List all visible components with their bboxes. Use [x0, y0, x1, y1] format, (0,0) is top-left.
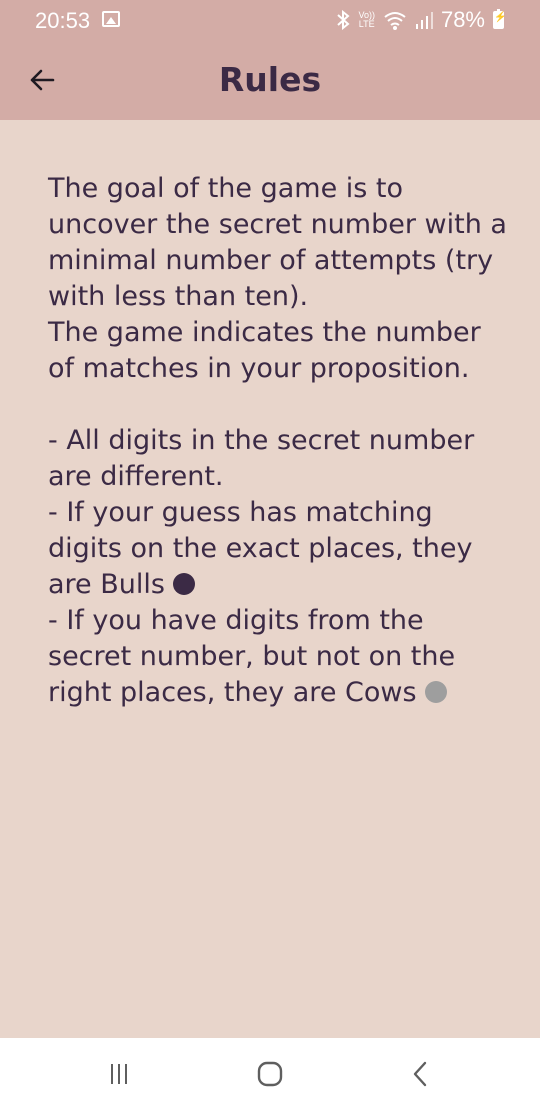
chevron-left-icon	[413, 1061, 427, 1087]
page-title: Rules	[218, 60, 322, 99]
rule-bulls: - If your guess has matching digits on t…	[48, 495, 508, 603]
rule-different-digits: - All digits in the secret number are di…	[48, 425, 475, 492]
nav-back-button[interactable]	[380, 1038, 460, 1110]
app-bar: Rules	[0, 40, 540, 120]
cows-dot-icon	[424, 681, 447, 703]
arrow-left-icon	[30, 69, 55, 91]
signal-icon	[415, 12, 433, 29]
volte-bottom-label: LTE	[358, 19, 375, 29]
volte-icon: Vo)) LTE	[358, 11, 375, 29]
rules-intro-goal: The goal of the game is to uncover the s…	[48, 173, 507, 312]
home-button[interactable]	[230, 1038, 310, 1110]
home-icon	[257, 1061, 283, 1087]
status-icons: Vo)) LTE 78%	[336, 7, 506, 32]
bulls-dot-icon	[172, 573, 195, 595]
rules-intro-matches: The game indicates the number of matches…	[48, 317, 481, 384]
status-time: 20:53	[35, 8, 91, 33]
rule-cows-text: - If you have digits from the secret num…	[48, 605, 456, 708]
rules-text: The goal of the game is to uncover the s…	[48, 171, 508, 711]
rule-cows: - If you have digits from the secret num…	[48, 603, 508, 711]
battery-charging-icon	[493, 9, 506, 29]
back-button[interactable]	[22, 60, 62, 100]
gallery-notification-icon	[102, 11, 120, 27]
recents-button[interactable]	[79, 1038, 159, 1110]
rule-bulls-text: - If your guess has matching digits on t…	[48, 497, 473, 600]
wifi-icon	[384, 12, 406, 30]
battery-percent: 78%	[440, 7, 485, 32]
system-nav-bar	[0, 1038, 540, 1110]
bluetooth-icon	[337, 10, 350, 30]
status-bar: 20:53 Vo)) LTE 78%	[0, 0, 540, 40]
recents-icon	[111, 1064, 127, 1084]
